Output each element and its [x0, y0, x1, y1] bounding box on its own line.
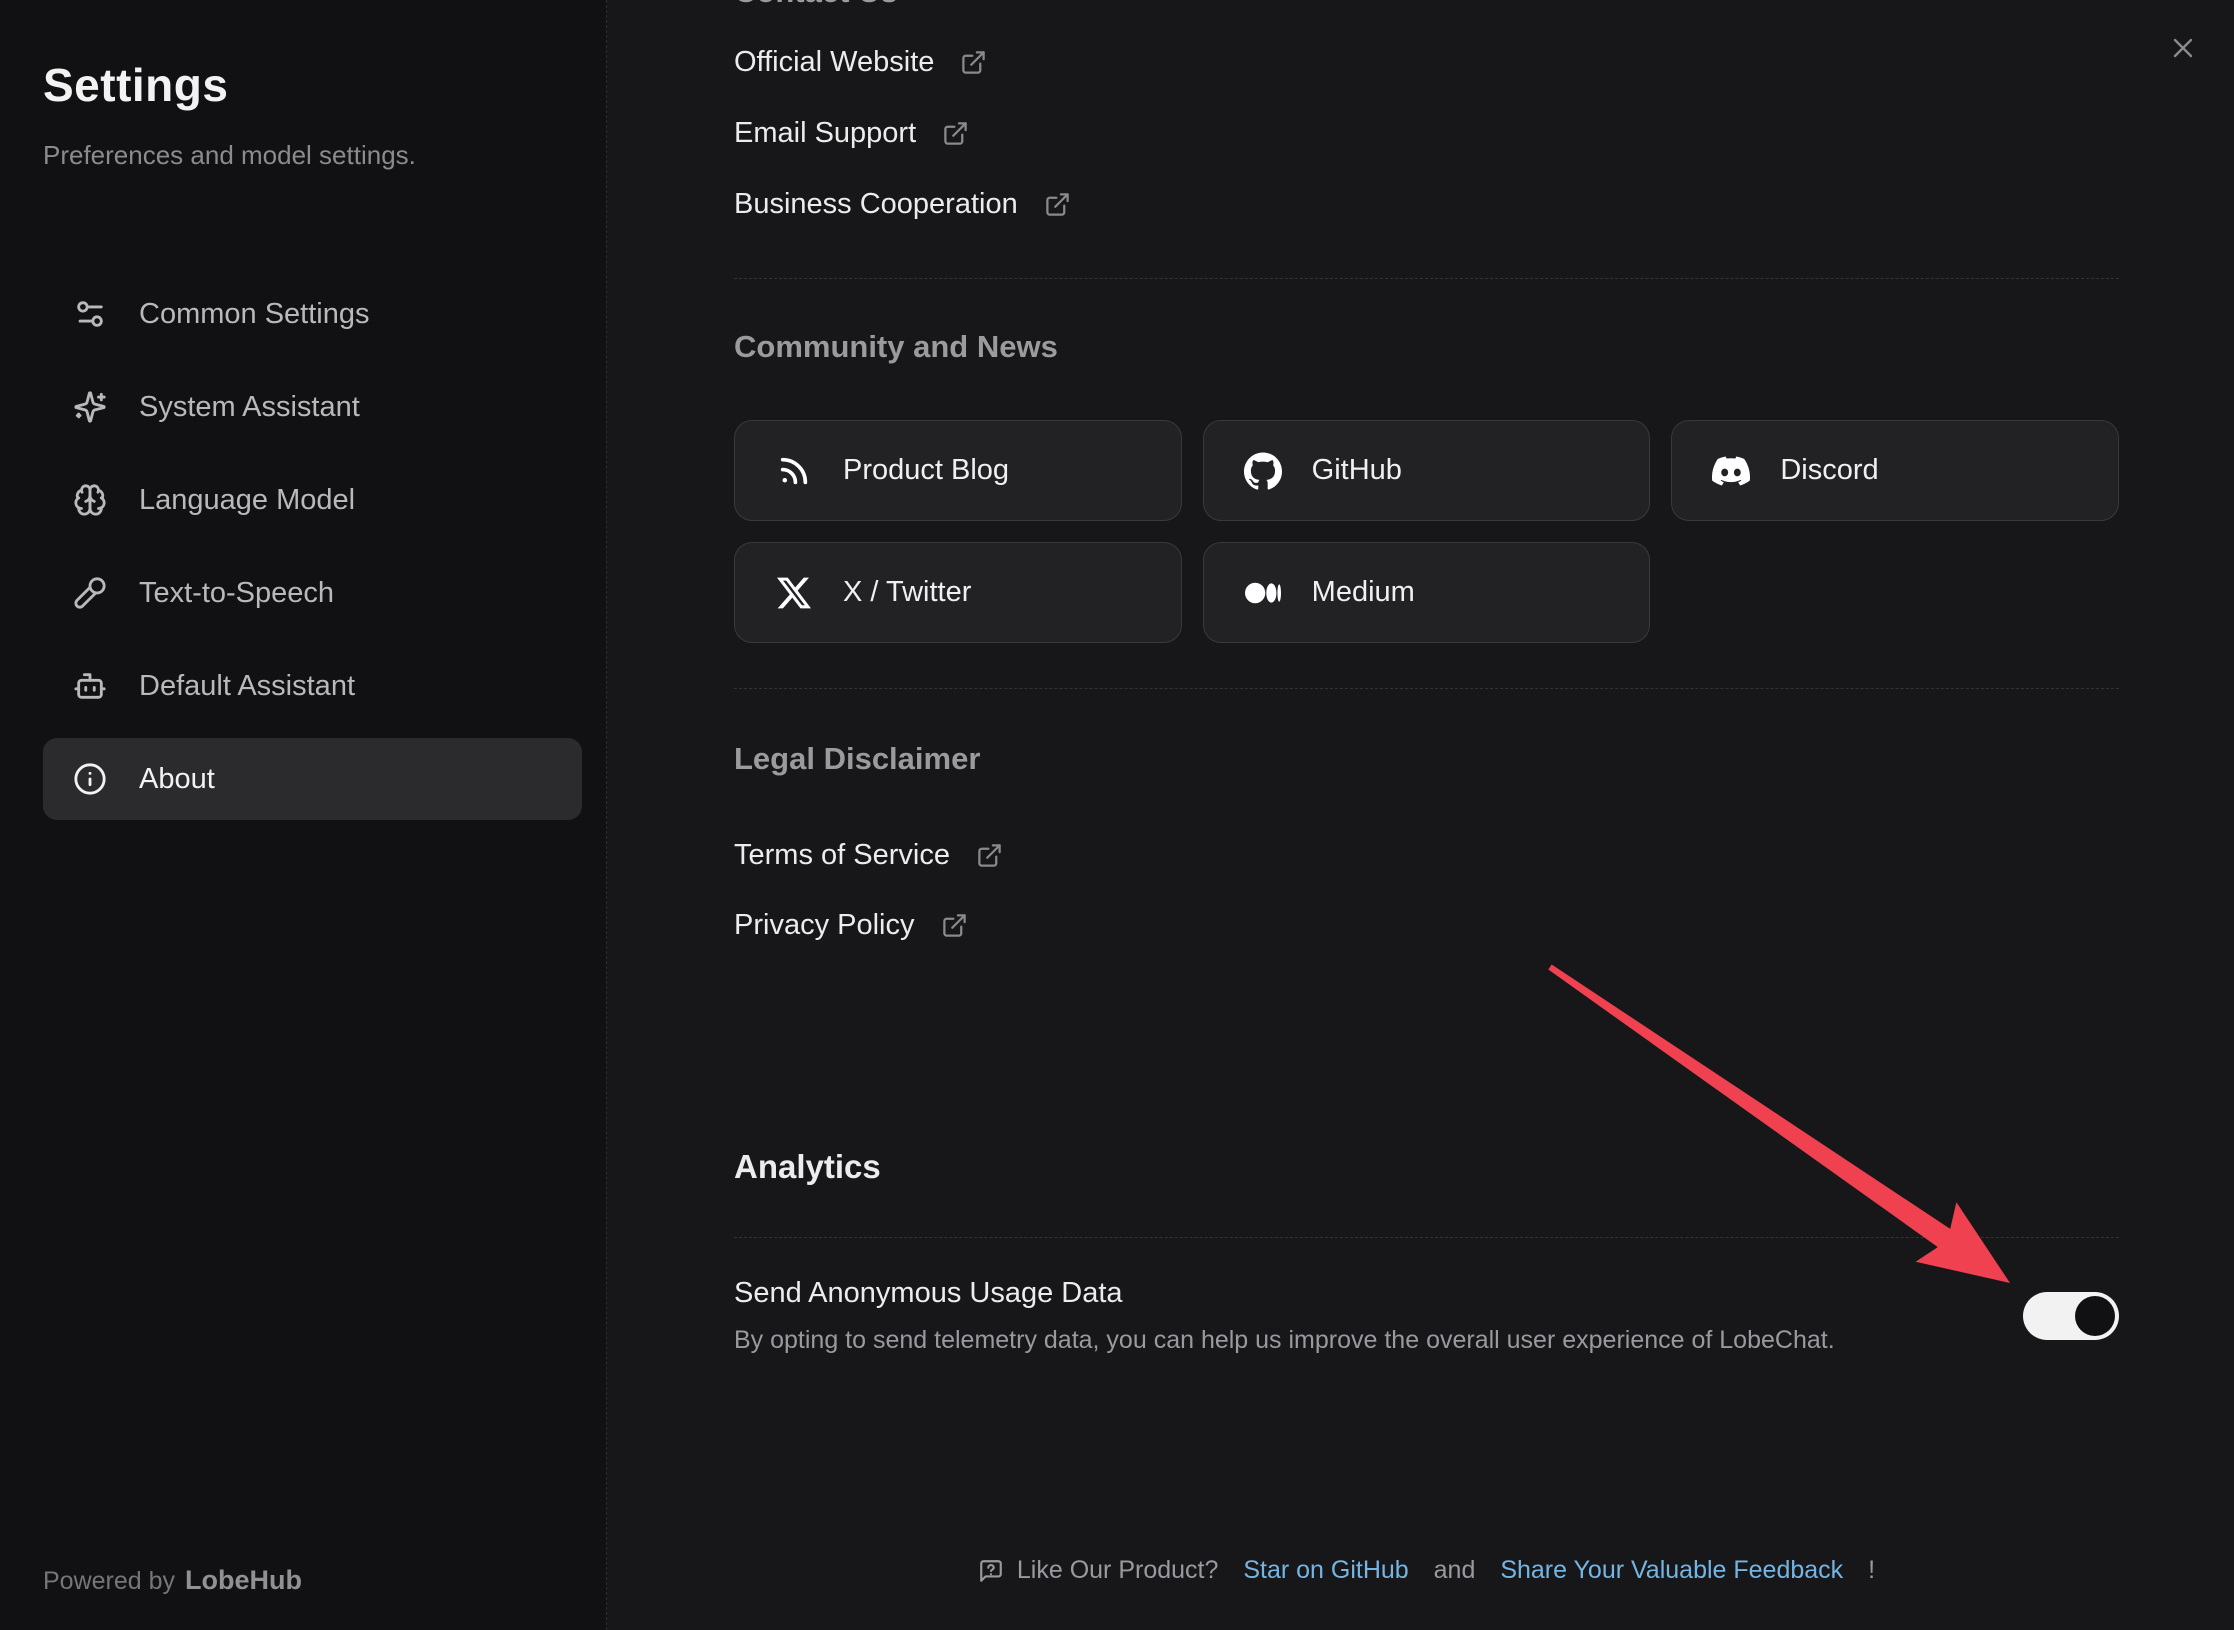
link-label: Email Support	[734, 117, 916, 150]
sidebar-item-text-to-speech[interactable]: Text-to-Speech	[43, 552, 582, 634]
contact-us-heading: Contact Us	[734, 0, 2119, 10]
sidebar-item-label: Text-to-Speech	[139, 577, 334, 610]
footer-text: and	[1434, 1556, 1476, 1585]
button-label: GitHub	[1312, 454, 1402, 487]
close-button[interactable]	[2168, 33, 2198, 63]
external-link-icon	[941, 912, 968, 939]
lobehub-brand-link[interactable]: LobeHub	[185, 1565, 302, 1596]
link-label: Privacy Policy	[734, 909, 915, 942]
discussion-icon	[978, 1558, 1004, 1584]
community-heading: Community and News	[734, 329, 2119, 365]
analytics-heading: Analytics	[734, 1148, 2119, 1186]
send-usage-toggle[interactable]	[2023, 1292, 2119, 1340]
info-icon	[73, 762, 107, 796]
link-label: Terms of Service	[734, 839, 950, 872]
star-on-github-link[interactable]: Star on GitHub	[1243, 1556, 1408, 1585]
terms-of-service-link[interactable]: Terms of Service	[734, 839, 1003, 872]
powered-by-label: Powered by	[43, 1567, 175, 1596]
external-link-icon	[960, 49, 987, 76]
sidebar-item-about[interactable]: About	[43, 738, 582, 820]
discord-button[interactable]: Discord	[1671, 420, 2119, 521]
business-cooperation-link[interactable]: Business Cooperation	[734, 188, 1071, 221]
setting-title: Send Anonymous Usage Data	[734, 1277, 2119, 1310]
sidebar-item-label: Common Settings	[139, 298, 370, 331]
footer-text: Like Our Product?	[1017, 1556, 1219, 1585]
button-label: Product Blog	[843, 454, 1009, 487]
sidebar-item-language-model[interactable]: Language Model	[43, 459, 582, 541]
product-blog-button[interactable]: Product Blog	[734, 420, 1182, 521]
settings-sidebar: Settings Preferences and model settings.…	[0, 0, 607, 1630]
external-link-icon	[976, 842, 1003, 869]
page-subtitle: Preferences and model settings.	[43, 140, 582, 171]
sidebar-item-label: About	[139, 763, 215, 796]
github-button[interactable]: GitHub	[1203, 420, 1651, 521]
x-twitter-button[interactable]: X / Twitter	[734, 542, 1182, 643]
link-label: Official Website	[734, 46, 934, 79]
brain-icon	[73, 483, 107, 517]
close-icon	[2168, 33, 2198, 63]
divider	[734, 1237, 2119, 1238]
page-title: Settings	[43, 58, 582, 112]
external-link-icon	[942, 120, 969, 147]
setting-description: By opting to send telemetry data, you ca…	[734, 1326, 2119, 1355]
sliders-icon	[73, 297, 107, 331]
external-link-icon	[1044, 191, 1071, 218]
send-usage-setting: Send Anonymous Usage Data By opting to s…	[734, 1277, 2119, 1355]
settings-nav: Common Settings System Assistant Languag…	[43, 273, 582, 820]
legal-heading: Legal Disclaimer	[734, 741, 2119, 777]
divider	[734, 688, 2119, 689]
sidebar-item-default-assistant[interactable]: Default Assistant	[43, 645, 582, 727]
share-feedback-link[interactable]: Share Your Valuable Feedback	[1500, 1556, 1843, 1585]
toggle-knob	[2075, 1296, 2115, 1336]
button-label: X / Twitter	[843, 576, 971, 609]
button-label: Discord	[1780, 454, 1878, 487]
github-icon	[1244, 452, 1282, 490]
divider	[734, 278, 2119, 279]
medium-button[interactable]: Medium	[1203, 542, 1651, 643]
email-support-link[interactable]: Email Support	[734, 117, 969, 150]
x-icon	[775, 574, 813, 612]
medium-icon	[1244, 574, 1282, 612]
rss-icon	[775, 452, 813, 490]
sidebar-item-label: Default Assistant	[139, 670, 355, 703]
sidebar-item-label: Language Model	[139, 484, 355, 517]
discord-icon	[1712, 452, 1750, 490]
feedback-footer: Like Our Product? Star on GitHub and Sha…	[734, 1556, 2119, 1585]
footer-text: !	[1868, 1556, 1875, 1585]
sidebar-item-label: System Assistant	[139, 391, 360, 424]
official-website-link[interactable]: Official Website	[734, 46, 987, 79]
sidebar-item-system-assistant[interactable]: System Assistant	[43, 366, 582, 448]
sparkles-icon	[73, 390, 107, 424]
about-panel: Contact Us Official Website Email Suppor…	[607, 0, 2234, 1630]
button-label: Medium	[1312, 576, 1415, 609]
bot-icon	[73, 669, 107, 703]
link-label: Business Cooperation	[734, 188, 1018, 221]
settings-modal: Settings Preferences and model settings.…	[0, 0, 2234, 1630]
privacy-policy-link[interactable]: Privacy Policy	[734, 909, 968, 942]
powered-by: Powered by LobeHub	[43, 1565, 302, 1596]
sidebar-item-common-settings[interactable]: Common Settings	[43, 273, 582, 355]
mic-icon	[73, 576, 107, 610]
